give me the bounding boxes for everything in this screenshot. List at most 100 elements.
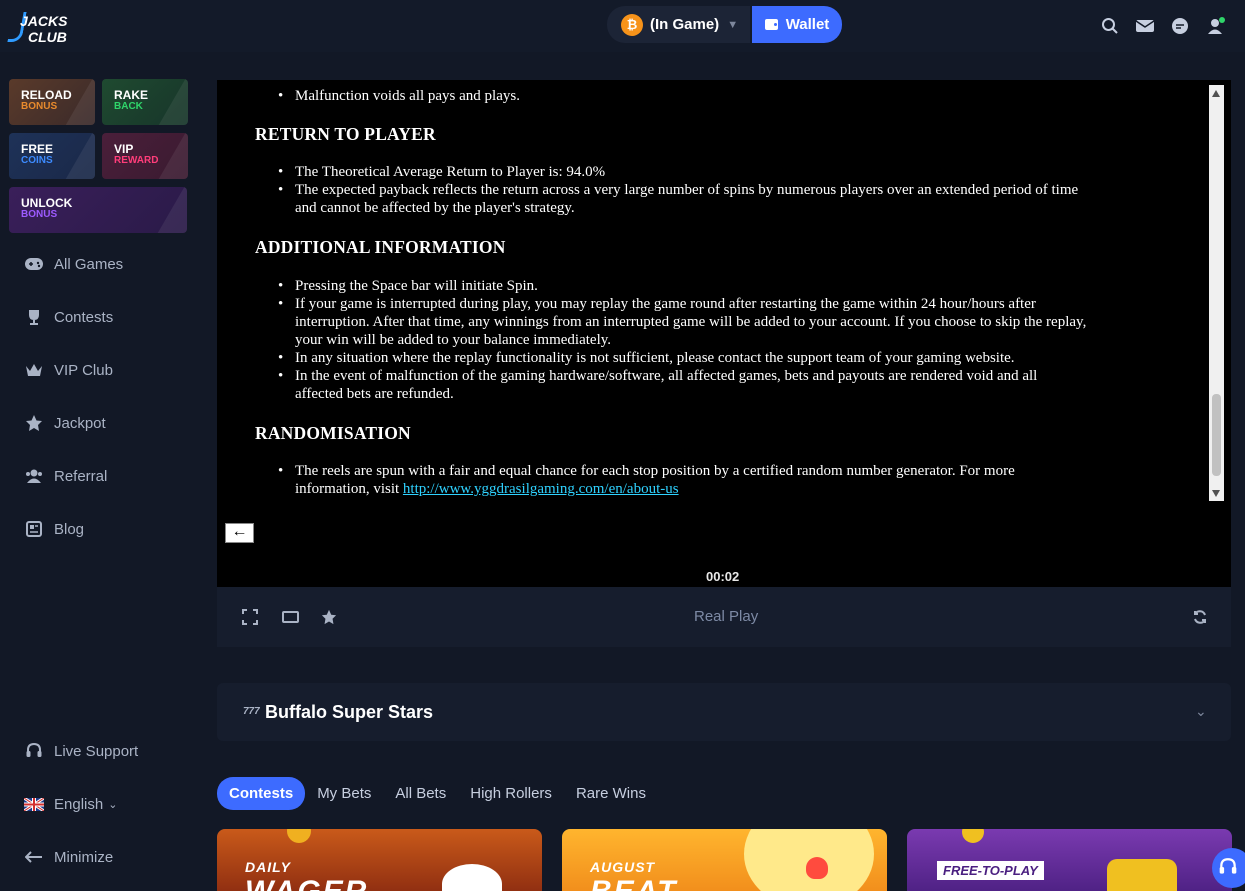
tab-rare-wins[interactable]: Rare Wins — [564, 777, 658, 810]
scroll-thumb[interactable] — [1212, 394, 1221, 476]
rule-line: In the event of malfunction of the gamin… — [278, 367, 1155, 385]
contest-card-august-beat[interactable]: AUGUST BEAT — [562, 829, 887, 891]
promo-subtitle: BONUS — [21, 101, 58, 112]
sidebar-item-all-games[interactable]: All Games — [24, 254, 123, 274]
blog-icon — [24, 519, 44, 539]
mascot-mouth — [806, 857, 828, 879]
promo-rake-back[interactable]: RAKE BACK — [102, 79, 188, 125]
section-heading-rtp: RETURN TO PLAYER — [255, 124, 436, 144]
promo-title: FREE — [21, 142, 54, 156]
promo-subtitle: REWARD — [114, 155, 159, 166]
people-icon — [24, 466, 44, 486]
chevron-down-icon[interactable]: ⌄ — [1195, 703, 1207, 720]
tab-high-rollers[interactable]: High Rollers — [458, 777, 564, 810]
back-button[interactable]: ← — [225, 523, 254, 543]
contest-card-free-to-play[interactable]: FREE-TO-PLAY — [907, 829, 1232, 891]
rule-line: In any situation where the replay functi… — [278, 349, 1155, 367]
star-icon — [24, 413, 44, 433]
wallet-icon — [764, 19, 778, 30]
chevron-down-icon: ⌄ — [108, 798, 118, 811]
jacks-club-logo[interactable]: JACKS CLUB — [7, 8, 67, 48]
tab-contests[interactable]: Contests — [217, 777, 306, 810]
gamepad-icon — [24, 254, 44, 274]
bitcoin-icon: ₿ — [621, 13, 643, 36]
card-label: FREE-TO-PLAY — [937, 861, 1044, 880]
rule-text: information, visit — [295, 481, 403, 497]
game-controls-bar: Real Play — [217, 587, 1231, 647]
refresh-icon[interactable] — [1190, 607, 1210, 627]
sidebar-item-label: Blog — [54, 520, 85, 538]
contest-card-daily-wager[interactable]: DAILY WAGER — [217, 829, 542, 891]
rule-line: information, visit http://www.yggdrasilg… — [295, 480, 1155, 498]
promo-subtitle: BACK — [114, 101, 143, 112]
section-heading-additional: ADDITIONAL INFORMATION — [255, 237, 506, 257]
scroll-down-icon[interactable] — [1212, 490, 1220, 497]
language-selector[interactable]: English ⌄ — [24, 794, 117, 814]
fullscreen-icon[interactable] — [240, 607, 260, 627]
language-label: English — [54, 795, 104, 813]
sidebar-item-jackpot[interactable]: Jackpot — [24, 413, 106, 433]
rule-line: your win will be added to your balance i… — [295, 332, 612, 348]
game-frame[interactable]: Malfunction voids all pays and plays. RE… — [217, 80, 1231, 587]
sidebar-item-vip-club[interactable]: VIP Club — [24, 360, 113, 380]
tab-all-bets[interactable]: All Bets — [383, 777, 458, 810]
user-icon[interactable] — [1204, 14, 1228, 38]
rule-line: and cannot be affected by the player's s… — [295, 200, 575, 216]
wallet-button[interactable]: Wallet — [752, 6, 842, 43]
sidebar-live-support[interactable]: Live Support — [24, 741, 138, 761]
search-icon[interactable] — [1098, 14, 1122, 38]
sidebar-item-blog[interactable]: Blog — [24, 519, 84, 539]
sidebar-item-label: VIP Club — [54, 361, 113, 379]
sidebar-item-label: Contests — [54, 308, 114, 326]
uk-flag-icon — [24, 794, 44, 814]
card-label: DAILY — [245, 859, 291, 875]
chat-icon[interactable] — [1168, 14, 1192, 38]
crown-icon — [24, 360, 44, 380]
sidebar-item-label: Jackpot — [54, 414, 106, 432]
promo-subtitle: BONUS — [21, 209, 58, 220]
mail-icon[interactable] — [1133, 14, 1157, 38]
rule-line: Pressing the Space bar will initiate Spi… — [278, 277, 1155, 295]
live-support-button[interactable] — [1212, 848, 1245, 888]
balance-selector[interactable]: ₿ (In Game) ▼ — [607, 6, 750, 43]
sidebar-item-label: Referral — [54, 467, 108, 485]
promo-free-coins[interactable]: FREE COINS — [9, 133, 95, 179]
section-heading-randomisation: RANDOMISATION — [255, 423, 411, 443]
rule-line: interruption. After that time, any winni… — [295, 314, 1087, 330]
rule-line: affected bets are refunded. — [295, 386, 454, 402]
yggdrasil-link[interactable]: http://www.yggdrasilgaming.com/en/about-… — [403, 481, 679, 497]
promo-title: RELOAD — [21, 88, 72, 102]
promo-title: UNLOCK — [21, 196, 73, 210]
card-label: AUGUST — [590, 859, 656, 875]
trophy-icon — [24, 307, 44, 327]
sidebar-item-label: Live Support — [54, 742, 139, 760]
game-timer: 00:02 — [706, 569, 740, 584]
rules-scrollbar[interactable] — [1209, 85, 1224, 501]
promo-unlock-bonus[interactable]: UNLOCK BONUS — [9, 187, 187, 233]
tab-my-bets[interactable]: My Bets — [305, 777, 383, 810]
sidebar-minimize[interactable]: Minimize — [24, 847, 113, 867]
rule-line: The expected payback reflects the return… — [278, 181, 1155, 199]
theater-mode-icon[interactable] — [280, 607, 300, 627]
balance-label: (In Game) — [650, 16, 720, 33]
promo-vip-reward[interactable]: VIP REWARD — [102, 133, 188, 179]
rule-line: The Theoretical Average Return to Player… — [278, 163, 1155, 181]
play-mode-toggle[interactable]: Real Play — [694, 608, 758, 625]
sidebar-item-referral[interactable]: Referral — [24, 466, 107, 486]
game-rules-panel[interactable]: Malfunction voids all pays and plays. RE… — [222, 84, 1224, 504]
coin-decoration — [962, 829, 984, 843]
minimize-icon — [24, 847, 44, 867]
horse-rider-icon — [442, 864, 502, 891]
sidebar: RELOAD BONUS RAKE BACK FREE COINS VIP RE… — [0, 52, 198, 891]
scroll-up-icon[interactable] — [1212, 90, 1220, 97]
trophy-icon — [1107, 859, 1177, 891]
rule-line: If your game is interrupted during play,… — [278, 295, 1155, 313]
sidebar-item-contests[interactable]: Contests — [24, 307, 113, 327]
promo-reload-bonus[interactable]: RELOAD BONUS — [9, 79, 95, 125]
game-info-bar[interactable]: 777 Buffalo Super Stars ⌄ — [217, 683, 1231, 741]
favorite-star-icon[interactable] — [319, 607, 339, 627]
card-title: BEAT — [590, 875, 677, 891]
coin-decoration — [287, 829, 311, 843]
rule-line: Malfunction voids all pays and plays. — [278, 87, 1155, 105]
game-title: Buffalo Super Stars — [265, 702, 434, 722]
